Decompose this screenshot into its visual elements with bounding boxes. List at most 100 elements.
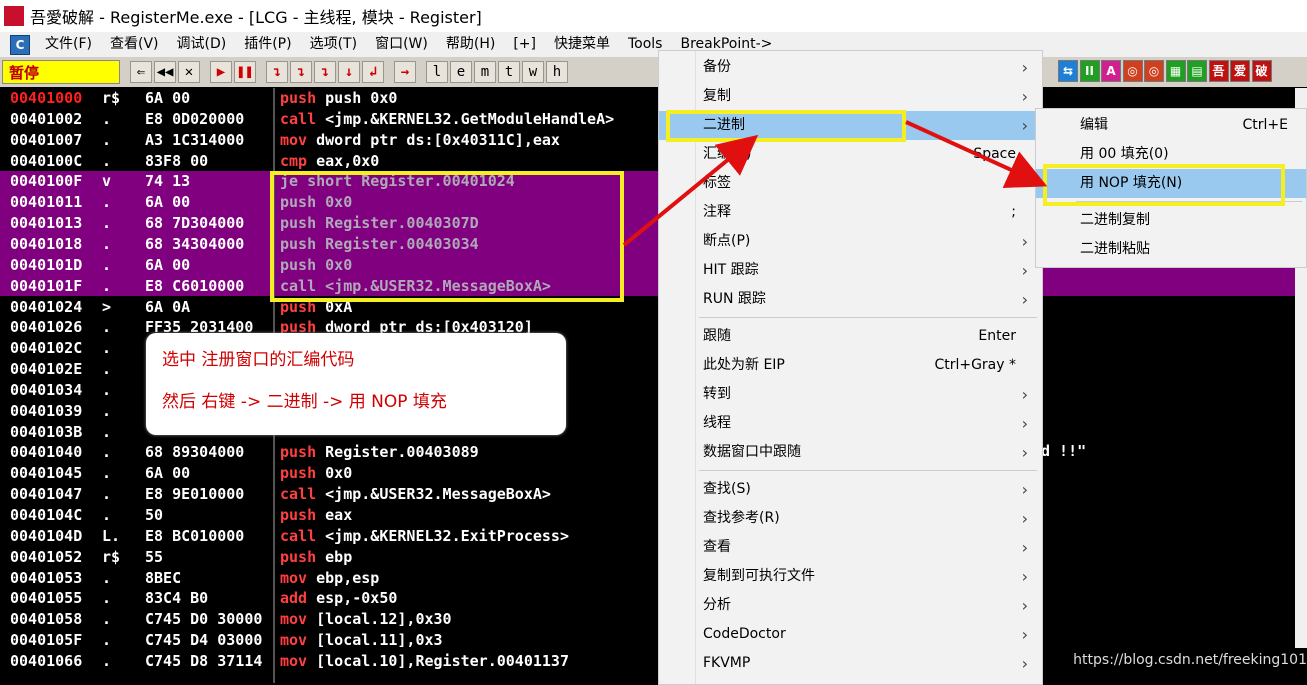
toolbar-plugin-button[interactable]: ▤ bbox=[1187, 60, 1207, 82]
row-marker: . bbox=[102, 401, 112, 420]
toolbar-plugin-button[interactable]: II bbox=[1079, 60, 1100, 82]
menu-item[interactable]: 窗口(W) bbox=[366, 32, 437, 57]
context-menu-item[interactable]: 断点(P) › bbox=[659, 227, 1042, 256]
disasm-row[interactable]: 00401024 >6A 0A push 0xA bbox=[0, 297, 1307, 318]
context-menu-item[interactable]: 数据窗口中跟随 › bbox=[659, 438, 1042, 467]
toolbar-plugin-button[interactable]: 破 bbox=[1251, 60, 1272, 82]
menu-item[interactable]: 查看(V) bbox=[101, 32, 168, 57]
menu-item[interactable]: [+] bbox=[504, 32, 545, 57]
submenu-item[interactable]: 编辑 Ctrl+E bbox=[1036, 111, 1306, 140]
row-mnemonic: call bbox=[280, 485, 317, 504]
row-address: 0040100C bbox=[10, 151, 83, 170]
toolbar-plugin-button[interactable]: ⇆ bbox=[1058, 60, 1078, 82]
row-marker: . bbox=[102, 214, 112, 233]
toolbar-button[interactable]: ↲ bbox=[362, 61, 384, 83]
context-menu-item[interactable]: 转到 › bbox=[659, 380, 1042, 409]
row-mnemonic: push bbox=[280, 464, 317, 483]
context-menu-item[interactable]: CodeDoctor › bbox=[659, 620, 1042, 649]
toolbar-button[interactable]: t bbox=[498, 61, 520, 83]
context-menu-item[interactable]: FKVMP › bbox=[659, 649, 1042, 678]
row-operand: push 0x0 bbox=[325, 89, 398, 107]
ollydbg-c-icon[interactable]: C bbox=[10, 34, 30, 55]
toolbar-button[interactable]: w bbox=[522, 61, 544, 83]
disasm-row[interactable]: 0040104C. 50 push eax bbox=[0, 505, 1307, 526]
row-address: 0040105F bbox=[10, 631, 83, 650]
toolbar-plugin-button[interactable]: 爱 bbox=[1230, 60, 1250, 82]
menu-item-label: 此处为新 EIP bbox=[703, 357, 785, 373]
context-menu-item[interactable]: 注释; bbox=[659, 198, 1042, 227]
disasm-row[interactable]: 00401000 r$ 6A 00 push push 0x0 bbox=[0, 88, 1307, 109]
menu-item[interactable]: 调试(D) bbox=[168, 32, 236, 57]
context-menu-item[interactable]: 线程 › bbox=[659, 409, 1042, 438]
submenu-arrow-icon: › bbox=[1021, 232, 1028, 251]
context-menu-item[interactable]: 分析 › bbox=[659, 591, 1042, 620]
menu-item-label: 分析 bbox=[703, 597, 731, 613]
context-menu-item[interactable]: 汇编(A) Space bbox=[659, 140, 1042, 169]
menu-item[interactable]: 插件(P) bbox=[235, 32, 300, 57]
row-marker: . bbox=[102, 651, 112, 670]
toolbar-button[interactable]: ✕ bbox=[178, 61, 200, 83]
row-instruction: mov [local.11],0x3 bbox=[280, 630, 660, 651]
toolbar-button[interactable]: → bbox=[394, 61, 416, 83]
disasm-row[interactable]: 00401040. 68 89304000 push Register.004030… bbox=[0, 442, 1307, 463]
menu-item[interactable]: 选项(T) bbox=[301, 32, 366, 57]
menu-item[interactable]: 帮助(H) bbox=[437, 32, 504, 57]
toolbar-button[interactable]: l bbox=[426, 61, 448, 83]
toolbar-button[interactable]: ❚❚ bbox=[234, 61, 256, 83]
context-menu-item[interactable]: 复制 › bbox=[659, 82, 1042, 111]
row-hex-bytes: 83C4 B0 bbox=[145, 589, 209, 608]
disasm-row[interactable]: 00401045. 6A 00 push 0x0 bbox=[0, 463, 1307, 484]
row-hex-bytes: 55 bbox=[145, 547, 164, 566]
row-address: 00401018 bbox=[10, 234, 83, 253]
submenu-item[interactable]: 二进制复制 bbox=[1036, 206, 1306, 235]
menu-item[interactable]: 文件(F) bbox=[36, 32, 101, 57]
row-address: 00401045 bbox=[10, 464, 83, 483]
context-menu-item[interactable]: RUN 跟踪 › bbox=[659, 285, 1042, 314]
app-logo-icon bbox=[4, 6, 24, 26]
context-menu-item[interactable]: 查找(S) › bbox=[659, 475, 1042, 504]
context-menu-item[interactable]: 查看 › bbox=[659, 533, 1042, 562]
disasm-row[interactable]: 00401052 r$ 55 push ebp bbox=[0, 547, 1307, 568]
toolbar-button[interactable]: ↴ bbox=[266, 61, 288, 83]
toolbar-button[interactable]: ⇐ bbox=[130, 61, 152, 83]
toolbar-button[interactable]: ↴ bbox=[290, 61, 312, 83]
toolbar-plugin-button[interactable]: ▦ bbox=[1165, 60, 1186, 82]
toolbar-button[interactable]: e bbox=[450, 61, 472, 83]
row-hex-bytes: 6A 00 bbox=[145, 464, 191, 483]
context-menu-item[interactable]: HIT 跟踪 › bbox=[659, 256, 1042, 285]
toolbar-button[interactable]: h bbox=[546, 61, 568, 83]
disasm-row[interactable]: 0040104D L. E8 BC010000 call <jmp.&KERNEL32… bbox=[0, 526, 1307, 547]
toolbar-plugin-button[interactable]: 吾 bbox=[1208, 60, 1229, 82]
toolbar-plugin-button[interactable]: ◎ bbox=[1144, 60, 1164, 82]
disasm-row[interactable]: 00401058. C745 D0 30000 mov [local.12],0x3… bbox=[0, 609, 1307, 630]
context-menu-item[interactable]: 标签: bbox=[659, 169, 1042, 198]
row-address: 0040104C bbox=[10, 506, 83, 524]
context-menu-item[interactable]: 复制到可执行文件 › bbox=[659, 562, 1042, 591]
toolbar-button[interactable]: ▶ bbox=[210, 61, 232, 83]
row-hex-bytes: C745 D4 03000 bbox=[145, 631, 263, 650]
toolbar-button[interactable]: ↴ bbox=[314, 61, 336, 83]
row-address: 00401024 bbox=[10, 297, 83, 316]
context-menu-item[interactable]: 此处为新 EIP Ctrl+Gray * bbox=[659, 351, 1042, 380]
context-menu-item[interactable]: 查找参考(R) › bbox=[659, 504, 1042, 533]
row-hex-bytes: 6A 00 bbox=[145, 255, 191, 274]
row-mnemonic: mov bbox=[280, 610, 308, 629]
menu-item-shortcut: ; bbox=[1011, 204, 1016, 220]
toolbar-plugin-button[interactable]: A bbox=[1101, 60, 1121, 82]
row-hex-bytes: 6A 00 bbox=[145, 193, 191, 212]
disasm-row[interactable]: 00401053. 8BEC mov ebp,esp bbox=[0, 568, 1307, 589]
toolbar-button[interactable]: ◀◀ bbox=[154, 61, 176, 83]
row-marker: . bbox=[102, 339, 112, 358]
disasm-row[interactable]: 00401055. 83C4 B0 add esp,-0x50 bbox=[0, 588, 1307, 609]
row-address: 00401026 bbox=[10, 318, 83, 337]
submenu-item[interactable]: 二进制粘贴 bbox=[1036, 235, 1306, 264]
menu-item[interactable]: 快捷菜单 bbox=[545, 32, 619, 57]
disasm-row[interactable]: 00401047. E8 9E010000 call <jmp.&USER32.Me… bbox=[0, 484, 1307, 505]
toolbar-button[interactable]: ↓ bbox=[338, 61, 360, 83]
toolbar-button[interactable]: m bbox=[474, 61, 496, 83]
context-menu-item[interactable]: 跟随 Enter bbox=[659, 322, 1042, 351]
context-menu-item[interactable]: 备份 › bbox=[659, 53, 1042, 82]
disasm-row[interactable]: 0040105F. C745 D4 03000 mov [local.11],0x3 bbox=[0, 630, 1307, 651]
row-hex-bytes: E8 C6010000 bbox=[145, 276, 245, 295]
toolbar-plugin-button[interactable]: ◎ bbox=[1122, 60, 1143, 82]
